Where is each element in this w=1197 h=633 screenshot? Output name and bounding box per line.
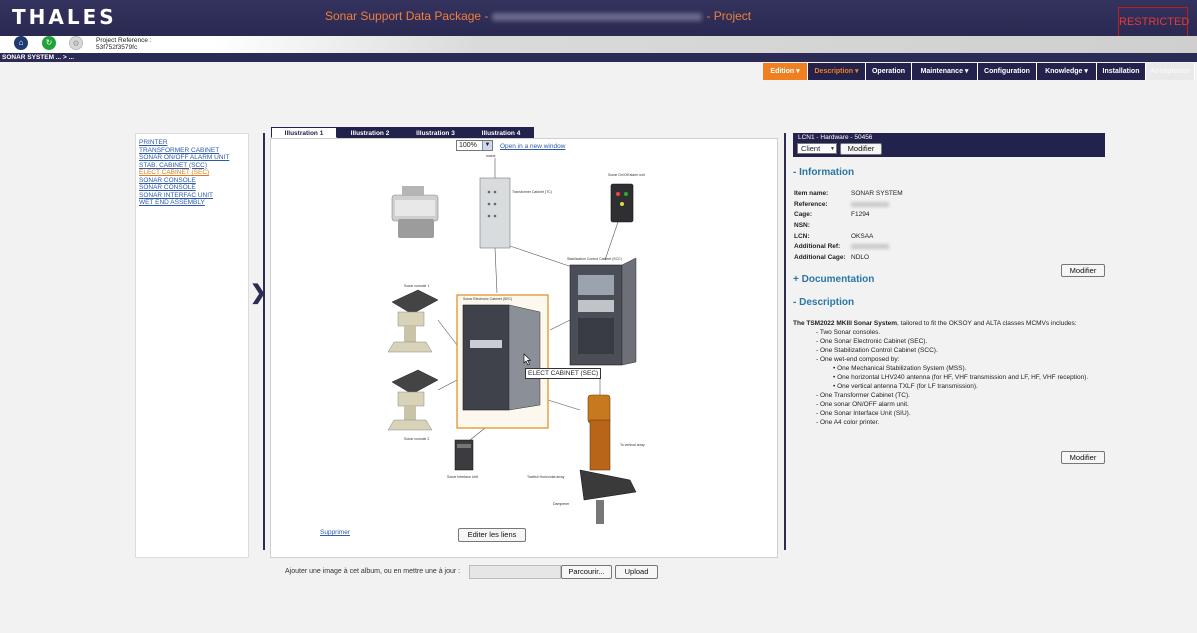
redacted-value bbox=[851, 243, 889, 249]
title-suffix: - Project bbox=[706, 9, 752, 23]
nav-installation[interactable]: Installation bbox=[1097, 63, 1146, 80]
illustration-tabs: Illustration 1 Illustration 2 Illustrati… bbox=[271, 127, 534, 138]
wetend-item: • One horizontal LHV240 antenna (for HF,… bbox=[833, 374, 1089, 381]
description-modify-button[interactable]: Modifier bbox=[1061, 451, 1105, 464]
tab-illustration-2[interactable]: Illustration 2 bbox=[337, 127, 403, 138]
description-item: - One Sonar Interface Unit (SIU). bbox=[816, 410, 911, 417]
refresh-icon[interactable]: ↻ bbox=[42, 36, 56, 50]
upload-button[interactable]: Upload bbox=[615, 565, 658, 579]
header-modify-button[interactable]: Modifier bbox=[840, 143, 882, 155]
label-console-1: Sonar console 1 bbox=[404, 284, 429, 288]
documentation-section-title[interactable]: + Documentation bbox=[793, 274, 874, 285]
label-vertical-array: To vertical array bbox=[620, 443, 645, 447]
delete-link[interactable]: Supprimer bbox=[320, 529, 350, 536]
description-item: - One sonar ON/OFF alarm unit. bbox=[816, 401, 909, 408]
page-title: Sonar Support Data Package - - Project bbox=[325, 9, 751, 23]
home-icon[interactable]: ⌂ bbox=[14, 36, 28, 50]
restricted-badge: RESTRICTED bbox=[1118, 7, 1189, 37]
list-item-transformer-cabinet[interactable]: TRANSFORMER CABINET bbox=[136, 147, 248, 155]
list-item-wet-end[interactable]: WET END ASSEMBLY bbox=[136, 199, 248, 207]
label-transformer: Transformer Cabinet (TC) bbox=[512, 190, 552, 194]
chevron-down-icon: ▼ bbox=[482, 141, 492, 150]
wetend-item: • One vertical antenna TXLF (for LF tran… bbox=[833, 383, 978, 390]
nav-acceptance[interactable]: Acceptance bbox=[1146, 63, 1195, 80]
label-sec: Sonar Electronic Cabinet (SEC) bbox=[463, 297, 512, 301]
transformer-cabinet-image[interactable] bbox=[479, 177, 511, 249]
description-item: - One wet-end composed by: bbox=[816, 356, 900, 363]
label-damper: Dampener bbox=[553, 502, 570, 506]
nav-knowledge[interactable]: Knowledge ▾ bbox=[1037, 63, 1097, 80]
info-cage: Cage: F1294 bbox=[794, 211, 870, 218]
description-text: The TSM2022 MKIII Sonar System, tailored… bbox=[793, 319, 1105, 427]
info-item-name: Item name: SONAR SYSTEM bbox=[794, 190, 903, 197]
right-divider bbox=[784, 133, 786, 550]
nav-configuration[interactable]: Configuration bbox=[978, 63, 1037, 80]
description-item: - One Transformer Cabinet (TC). bbox=[816, 392, 910, 399]
information-modify-button[interactable]: Modifier bbox=[1061, 264, 1105, 277]
settings-icon[interactable]: ⚙ bbox=[69, 36, 83, 50]
tab-illustration-3[interactable]: Illustration 3 bbox=[403, 127, 468, 138]
label-siu: Sonar Interface Unit bbox=[447, 475, 478, 479]
info-reference: Reference: bbox=[794, 201, 889, 208]
redacted-project-name bbox=[492, 12, 703, 21]
upload-file-field[interactable] bbox=[469, 565, 561, 579]
client-select[interactable]: Client ▼ bbox=[797, 143, 837, 154]
title-prefix: Sonar Support Data Package - bbox=[325, 9, 489, 23]
info-additional-ref: Additional Ref: bbox=[794, 243, 889, 250]
label-towfish: Towfish Horizontal array bbox=[527, 475, 565, 479]
description-item: - One A4 color printer. bbox=[816, 419, 880, 426]
list-item-alarm-unit[interactable]: SONAR ON/OFF ALARM UNIT bbox=[136, 154, 248, 162]
description-item: - Two Sonar consoles. bbox=[816, 329, 881, 336]
browse-button[interactable]: Parcourir... bbox=[561, 565, 612, 579]
label-console-2: Sonar console 2 bbox=[404, 437, 429, 441]
sec-cabinet-image[interactable] bbox=[462, 304, 541, 411]
tab-illustration-1[interactable]: Illustration 1 bbox=[271, 127, 337, 138]
description-section-title[interactable]: - Description bbox=[793, 297, 854, 308]
zoom-select[interactable]: 100% ▼ bbox=[456, 140, 493, 151]
nav-edition[interactable]: Edition ▾ bbox=[763, 63, 808, 80]
hover-tooltip: ELECT CABINET (SEC) bbox=[525, 368, 602, 379]
redacted-value bbox=[851, 201, 889, 207]
list-item-stab-cabinet[interactable]: STAB. CABINET (SCC) bbox=[136, 162, 248, 170]
list-item-elect-cabinet[interactable]: ELECT CABINET (SEC) bbox=[136, 169, 248, 177]
list-item-printer[interactable]: PRINTER bbox=[136, 139, 248, 147]
info-nsn: NSN: bbox=[794, 222, 810, 229]
breadcrumb[interactable]: SONAR SYSTEM ... > ... bbox=[2, 53, 74, 62]
description-item: - One Stabilization Control Cabinet (SCC… bbox=[816, 347, 938, 354]
nav-maintenance[interactable]: Maintenance ▾ bbox=[912, 63, 978, 80]
wetend-item: • One Mechanical Stabilization System (M… bbox=[833, 365, 967, 372]
interface-unit-image[interactable] bbox=[454, 439, 474, 471]
edit-links-button[interactable]: Editer les liens bbox=[458, 528, 526, 542]
list-item-sonar-console-1[interactable]: SONAR CONSOLE bbox=[136, 177, 248, 185]
description-intro: The TSM2022 MKIII Sonar System, tailored… bbox=[793, 320, 1077, 327]
alarm-unit-image[interactable] bbox=[610, 183, 634, 223]
item-header-label: LCN1 - Hardware - 50456 bbox=[798, 134, 873, 141]
nav-operation[interactable]: Operation bbox=[866, 63, 912, 80]
nav-description[interactable]: Description ▾ bbox=[808, 63, 866, 80]
list-item-interface-unit[interactable]: SONAR INTERFAC UNIT bbox=[136, 192, 248, 200]
left-divider bbox=[263, 133, 265, 550]
label-onoff: Sonar On/Off alarm unit bbox=[608, 173, 645, 177]
upload-instructions: Ajouter une image à cet album, ou en met… bbox=[285, 568, 461, 575]
project-reference: Project Reference : 53f752f3579fc bbox=[96, 37, 152, 51]
project-reference-label: Project Reference : bbox=[96, 37, 152, 44]
information-section-title[interactable]: - Information bbox=[793, 167, 854, 178]
open-new-window-link[interactable]: Open in a new window bbox=[500, 143, 565, 150]
sub-header-bar bbox=[0, 36, 1197, 53]
label-scc: Stabilization Control Cabinet (SCC) bbox=[567, 257, 622, 261]
chevron-down-icon: ▼ bbox=[830, 146, 835, 152]
breadcrumb-bar bbox=[0, 53, 1197, 62]
main-nav: Edition ▾ Description ▾ Operation Mainte… bbox=[763, 63, 1195, 80]
project-reference-value: 53f752f3579fc bbox=[96, 44, 138, 51]
expand-panel-chevron-icon[interactable]: ❯ bbox=[250, 280, 267, 305]
label-mains: mains bbox=[486, 154, 496, 158]
equipment-list-panel: PRINTER TRANSFORMER CABINET SONAR ON/OFF… bbox=[135, 133, 249, 558]
info-additional-cage: Additional Cage: NDLO bbox=[794, 254, 870, 261]
scc-cabinet-image[interactable] bbox=[569, 257, 637, 366]
description-item: - One Sonar Electronic Cabinet (SEC). bbox=[816, 338, 928, 345]
tab-illustration-4[interactable]: Illustration 4 bbox=[468, 127, 534, 138]
thales-logo: THALES bbox=[12, 5, 117, 29]
list-item-sonar-console-2[interactable]: SONAR CONSOLE bbox=[136, 184, 248, 192]
info-lcn: LCN: OKSAA bbox=[794, 233, 874, 240]
